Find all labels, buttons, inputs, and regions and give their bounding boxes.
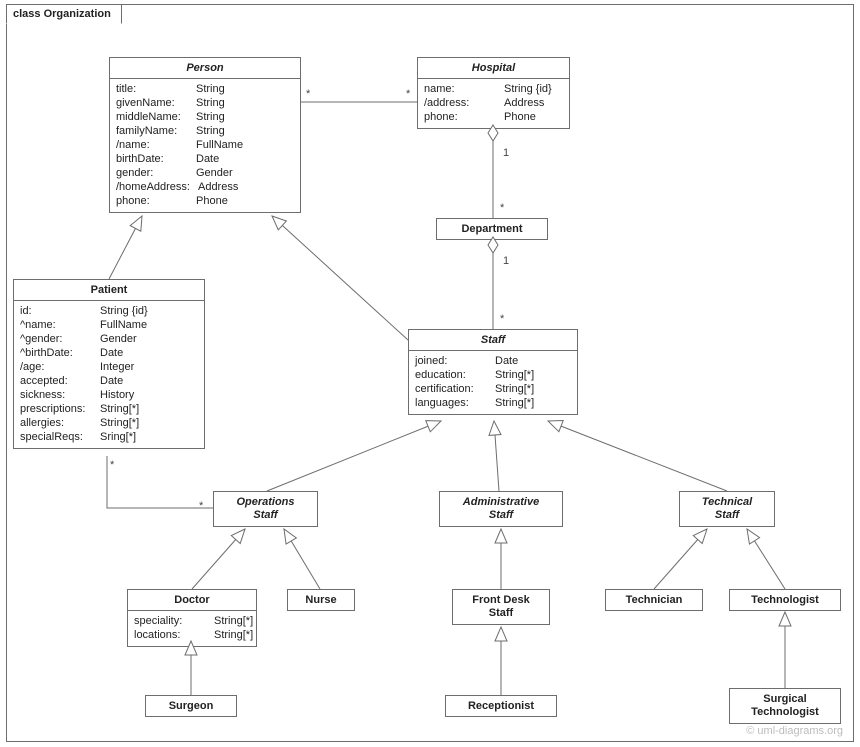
class-surgical-technologist-title: Surgical Technologist — [730, 689, 840, 723]
class-operations-staff: Operations Staff — [213, 491, 318, 527]
class-technician-title: Technician — [606, 590, 702, 610]
class-person: Person title:StringgivenName:Stringmiddl… — [109, 57, 301, 213]
mult-hospital-dept-bot: * — [500, 202, 504, 214]
class-receptionist: Receptionist — [445, 695, 557, 717]
class-nurse: Nurse — [287, 589, 355, 611]
mult-hospital-dept-top: 1 — [503, 147, 509, 159]
class-technologist: Technologist — [729, 589, 841, 611]
class-person-attrs: title:StringgivenName:StringmiddleName:S… — [110, 79, 300, 212]
class-person-title: Person — [110, 58, 300, 79]
class-technician: Technician — [605, 589, 703, 611]
class-receptionist-title: Receptionist — [446, 696, 556, 716]
class-operations-staff-title: Operations Staff — [214, 492, 317, 526]
class-doctor-title: Doctor — [128, 590, 256, 611]
class-patient-title: Patient — [14, 280, 204, 301]
class-technologist-title: Technologist — [730, 590, 840, 610]
mult-person-hospital-left: * — [306, 88, 310, 100]
class-nurse-title: Nurse — [288, 590, 354, 610]
class-staff-title: Staff — [409, 330, 577, 351]
mult-patient-ops-right: * — [199, 500, 203, 512]
class-doctor: Doctor speciality:String[*]locations:Str… — [127, 589, 257, 647]
class-patient-attrs: id:String {id}^name:FullName^gender:Gend… — [14, 301, 204, 448]
class-surgeon-title: Surgeon — [146, 696, 236, 716]
class-administrative-staff: Administrative Staff — [439, 491, 563, 527]
watermark: © uml-diagrams.org — [746, 725, 843, 737]
class-staff-attrs: joined:Dateeducation:String[*]certificat… — [409, 351, 577, 414]
mult-patient-ops-left: * — [110, 459, 114, 471]
mult-person-hospital-right: * — [406, 88, 410, 100]
package-box: class Organization Person title:Stringgi… — [6, 4, 854, 742]
class-hospital-title: Hospital — [418, 58, 569, 79]
class-department-title: Department — [437, 219, 547, 239]
class-hospital-attrs: name:String {id}/address:Addressphone:Ph… — [418, 79, 569, 128]
class-patient: Patient id:String {id}^name:FullName^gen… — [13, 279, 205, 449]
class-front-desk-staff: Front Desk Staff — [452, 589, 550, 625]
mult-dept-staff-top: 1 — [503, 255, 509, 267]
class-surgeon: Surgeon — [145, 695, 237, 717]
class-administrative-staff-title: Administrative Staff — [440, 492, 562, 526]
mult-dept-staff-bot: * — [500, 313, 504, 325]
diagram-frame: class Organization Person title:Stringgi… — [0, 0, 860, 747]
class-surgical-technologist: Surgical Technologist — [729, 688, 841, 724]
class-staff: Staff joined:Dateeducation:String[*]cert… — [408, 329, 578, 415]
class-department: Department — [436, 218, 548, 240]
package-label: class Organization — [6, 4, 122, 24]
class-technical-staff-title: Technical Staff — [680, 492, 774, 526]
class-hospital: Hospital name:String {id}/address:Addres… — [417, 57, 570, 129]
class-doctor-attrs: speciality:String[*]locations:String[*] — [128, 611, 256, 646]
class-front-desk-staff-title: Front Desk Staff — [453, 590, 549, 624]
class-technical-staff: Technical Staff — [679, 491, 775, 527]
